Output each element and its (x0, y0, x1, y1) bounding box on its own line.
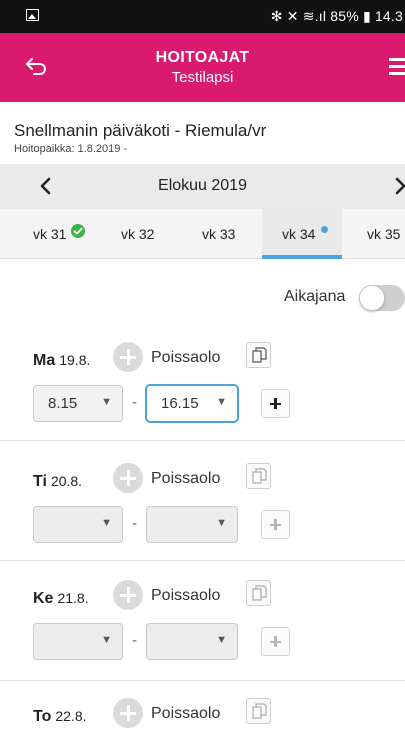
child-name: Testilapsi (171, 69, 234, 86)
time-separator: - (132, 632, 137, 649)
absence-label[interactable]: Poissaolo (151, 349, 220, 367)
chevron-right-icon[interactable] (388, 174, 405, 198)
end-time-select[interactable]: ▼ (146, 623, 238, 660)
tab-week-32[interactable]: vk 32 (121, 209, 154, 259)
copy-icon[interactable] (246, 342, 271, 368)
copy-icon[interactable] (246, 463, 271, 489)
day-date: 19.8. (59, 352, 91, 368)
add-time-button[interactable] (261, 510, 290, 539)
daycare-name: Snellmanin päiväkoti - Riemula/vr (14, 121, 267, 140)
tab-label: vk 34 (282, 226, 316, 242)
month-label: Elokuu 2019 (158, 177, 247, 194)
active-tab-indicator (262, 255, 342, 259)
app-header: HOITOAJAT Testilapsi (0, 33, 405, 102)
weekday: Ti (33, 473, 47, 490)
start-time-select[interactable]: ▼ (33, 506, 123, 543)
add-time-button[interactable] (261, 627, 290, 656)
dropdown-arrow-icon: ▼ (216, 517, 227, 529)
divider (0, 560, 405, 561)
menu-icon[interactable] (389, 58, 405, 76)
dropdown-arrow-icon: ▼ (101, 517, 112, 529)
start-time-select[interactable]: ▼ (33, 623, 123, 660)
weekday: Ma (33, 352, 56, 369)
add-absence-icon[interactable] (113, 342, 143, 372)
current-week-dot (321, 226, 329, 233)
tab-week-35[interactable]: vk 35 (367, 209, 400, 259)
tab-label: vk 32 (121, 226, 155, 242)
divider (0, 680, 405, 681)
divider (0, 440, 405, 441)
image-notification-icon (26, 9, 39, 21)
month-navigation: Elokuu 2019 (0, 164, 405, 209)
tab-week-34[interactable]: vk 34 (262, 209, 342, 259)
time-row: 8.15 ▼ - 16.15 ▼ (0, 385, 405, 422)
end-time-select[interactable]: ▼ (146, 506, 238, 543)
tab-week-33[interactable]: vk 33 (202, 209, 235, 259)
status-bar: ✻ ✕ ≋.ıl 85% ▮ 14.3 (0, 0, 405, 33)
absence-label[interactable]: Poissaolo (151, 470, 220, 488)
status-indicators: ✻ ✕ ≋.ıl 85% ▮ 14.3 (270, 8, 403, 24)
timeline-toggle[interactable] (359, 285, 405, 311)
placement-date: Hoitopaikka: 1.8.2019 - (14, 143, 128, 155)
tab-label: vk 35 (367, 226, 401, 242)
absence-label[interactable]: Poissaolo (151, 587, 220, 605)
tab-week-31[interactable]: vk 31 (33, 209, 86, 259)
copy-icon[interactable] (246, 698, 271, 724)
end-time-select[interactable]: 16.15 ▼ (146, 385, 238, 422)
time-separator: - (132, 515, 137, 532)
tab-label: vk 33 (202, 226, 236, 242)
absence-label[interactable]: Poissaolo (151, 705, 220, 723)
start-time-select[interactable]: 8.15 ▼ (33, 385, 123, 422)
weekday: Ke (33, 590, 54, 607)
day-label: Ke 21.8. (33, 590, 89, 608)
tab-label: vk 31 (33, 226, 67, 242)
day-date: 22.8. (55, 708, 87, 724)
end-time-value: 16.15 (161, 395, 199, 412)
dropdown-arrow-icon: ▼ (101, 634, 112, 646)
time-row: ▼ - ▼ (0, 506, 405, 543)
start-time-value: 8.15 (48, 395, 78, 412)
copy-icon[interactable] (246, 580, 271, 606)
time-row: ▼ - ▼ (0, 623, 405, 660)
day-date: 20.8. (50, 473, 83, 489)
week-tabs: vk 31 vk 32 vk 33 vk 34 vk 35 (0, 209, 405, 259)
timeline-label: Aikajana (284, 288, 346, 305)
day-label: Ma 19.8. (33, 352, 90, 370)
add-absence-icon[interactable] (113, 463, 143, 493)
day-label: Ti 20.8. (33, 473, 82, 491)
toggle-knob (359, 285, 385, 311)
add-absence-icon[interactable] (113, 698, 143, 728)
dropdown-arrow-icon: ▼ (216, 634, 227, 646)
day-label: To 22.8. (33, 708, 87, 726)
day-date: 21.8. (57, 590, 89, 606)
dropdown-arrow-icon: ▼ (101, 396, 112, 408)
add-time-button[interactable] (261, 389, 290, 418)
add-absence-icon[interactable] (113, 580, 143, 610)
time-separator: - (132, 394, 137, 411)
weekday: To (33, 708, 52, 725)
check-circle-icon (71, 224, 86, 239)
page-title: HOITOAJAT (155, 49, 250, 66)
dropdown-arrow-icon: ▼ (216, 396, 227, 408)
